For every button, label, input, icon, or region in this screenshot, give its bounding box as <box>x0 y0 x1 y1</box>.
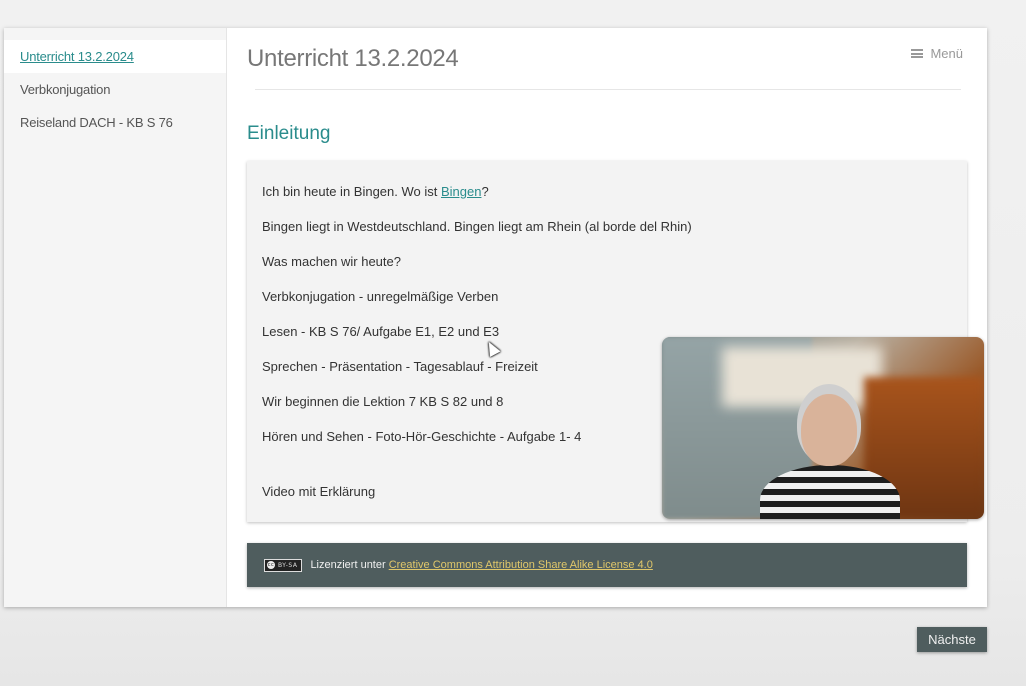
hamburger-icon <box>911 49 924 58</box>
content-box: Ich bin heute in Bingen. Wo ist Bingen? … <box>247 161 984 522</box>
badge-text: BY-SA <box>278 561 298 569</box>
license-prefix: Lizenziert unter <box>310 559 389 571</box>
menu-button[interactable]: Menü <box>911 46 963 61</box>
video-person <box>801 394 857 466</box>
content-line: Video mit Erklärung <box>262 484 376 499</box>
content-line: Ich bin heute in Bingen. Wo ist Bingen? <box>262 184 489 199</box>
sidebar-item-verbkonjugation[interactable]: Verbkonjugation <box>4 73 226 106</box>
cc-icon: cc <box>267 561 275 569</box>
page-title: Unterricht 13.2.2024 <box>247 45 459 72</box>
sidebar-item-label: Reiseland DACH - KB S 76 <box>20 115 173 130</box>
sidebar-item-label: Verbkonjugation <box>20 82 111 97</box>
content-line: Lesen - KB S 76/ Aufgabe E1, E2 und E3 <box>262 324 500 339</box>
sidebar-item-unterricht[interactable]: Unterricht 13.2.2024 <box>4 40 226 73</box>
video-overlay[interactable] <box>662 337 984 519</box>
bingen-link[interactable]: Bingen <box>441 184 481 199</box>
line-text: Ich bin heute in Bingen. Wo ist <box>262 184 441 199</box>
license-footer: cc BY-SA Lizenziert unter Creative Commo… <box>247 543 967 587</box>
content-line: Sprechen - Präsentation - Tagesablauf - … <box>262 359 538 374</box>
section-heading: Einleitung <box>247 123 331 144</box>
next-button[interactable]: Nächste <box>917 627 987 652</box>
app-frame: Unterricht 13.2.2024 Verbkonjugation Rei… <box>4 28 987 607</box>
title-divider <box>255 89 961 90</box>
line-text: ? <box>481 184 489 199</box>
content-line: Wir beginnen die Lektion 7 KB S 82 und 8 <box>262 394 504 409</box>
content-line: Hören und Sehen - Foto-Hör-Geschichte - … <box>262 429 582 444</box>
cc-license-badge-icon: cc BY-SA <box>264 558 303 572</box>
license-link[interactable]: Creative Commons Attribution Share Alike… <box>389 559 653 571</box>
license-text: Lizenziert unter Creative Commons Attrib… <box>310 559 652 571</box>
menu-label: Menü <box>930 46 963 61</box>
video-background <box>722 347 882 407</box>
main-content: Unterricht 13.2.2024 Menü Einleitung Ich… <box>227 28 987 607</box>
content-line: Verbkonjugation - unregelmäßige Verben <box>262 289 499 304</box>
sidebar-item-reiseland[interactable]: Reiseland DACH - KB S 76 <box>4 106 226 139</box>
sidebar-item-label: Unterricht 13.2.2024 <box>20 49 134 64</box>
content-line: Was machen wir heute? <box>262 254 401 269</box>
content-line: Bingen liegt in Westdeutschland. Bingen … <box>262 219 692 234</box>
sidebar: Unterricht 13.2.2024 Verbkonjugation Rei… <box>4 28 227 607</box>
